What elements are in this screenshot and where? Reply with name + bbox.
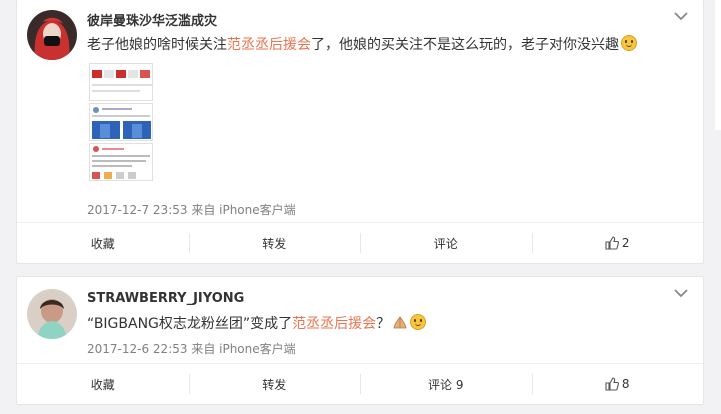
action-bar: 收藏 转发 评论 9 8 [17, 363, 703, 404]
username[interactable]: STRAWBERRY_JIYONG [87, 291, 244, 306]
mention-link[interactable]: 范丞丞后援会 [227, 37, 311, 53]
repost-button[interactable]: 转发 [188, 364, 361, 404]
favorite-label: 收藏 [90, 236, 115, 251]
favorite-button[interactable]: 收藏 [17, 364, 189, 404]
repost-label: 转发 [262, 377, 287, 392]
chevron-down-icon[interactable] [673, 10, 689, 22]
username[interactable]: 彼岸曼珠沙华泛滥成灾 [87, 10, 217, 29]
repost-button[interactable]: 转发 [188, 223, 361, 263]
image-thumbnails [89, 63, 153, 187]
action-bar: 收藏 转发 评论 2 [17, 222, 703, 263]
thumbnail-image[interactable] [89, 143, 153, 181]
comment-button[interactable]: 评论 9 [360, 364, 532, 404]
avatar[interactable] [27, 289, 77, 339]
thumbnail-image[interactable] [89, 103, 153, 141]
like-count: 8 [621, 377, 630, 391]
scrollbar-edge [715, 0, 721, 130]
mention-link[interactable]: 范丞丞后援会 [292, 316, 376, 332]
comment-label: 评论 [433, 236, 458, 251]
thumbs-up-icon [605, 236, 619, 250]
post-text: “BIGBANG权志龙粉丝团”变成了范丞丞后援会？ [87, 314, 427, 334]
feed-card: 彼岸曼珠沙华泛滥成灾 老子他娘的啥时候关注范丞丞后援会了，他娘的买关注不是这么玩… [16, 0, 704, 264]
like-button[interactable]: 8 [531, 364, 704, 404]
favorite-label: 收藏 [90, 377, 115, 392]
post-meta: 2017-12-6 22:53 来自 iPhone客户端 [87, 342, 296, 356]
thumbnail-image[interactable] [89, 63, 153, 101]
avatar[interactable] [27, 10, 77, 60]
post-meta: 2017-12-7 23:53 来自 iPhone客户端 [87, 203, 296, 217]
post-text-after: ？ [376, 316, 391, 332]
like-count: 2 [621, 236, 630, 250]
feed-card: STRAWBERRY_JIYONG “BIGBANG权志龙粉丝团”变成了范丞丞后… [16, 276, 704, 405]
smile-emoji-icon [621, 35, 637, 51]
chevron-down-icon[interactable] [673, 287, 689, 299]
comment-button[interactable]: 评论 [360, 223, 532, 263]
favorite-button[interactable]: 收藏 [17, 223, 189, 263]
post-text-before: 老子他娘的啥时候关注 [87, 37, 227, 53]
post-text: 老子他娘的啥时候关注范丞丞后援会了，他娘的买关注不是这么玩的，老子对你没兴趣 [87, 35, 637, 55]
post-text-before: “BIGBANG权志龙粉丝团”变成了 [87, 316, 293, 332]
post-text-after: 了，他娘的买关注不是这么玩的，老子对你没兴趣 [311, 37, 619, 53]
pray-emoji-icon [393, 316, 407, 329]
like-button[interactable]: 2 [531, 223, 704, 263]
thumbs-up-icon [605, 377, 619, 391]
comment-label: 评论 9 [428, 377, 464, 392]
repost-label: 转发 [262, 236, 287, 251]
smile-emoji-icon [410, 314, 427, 330]
